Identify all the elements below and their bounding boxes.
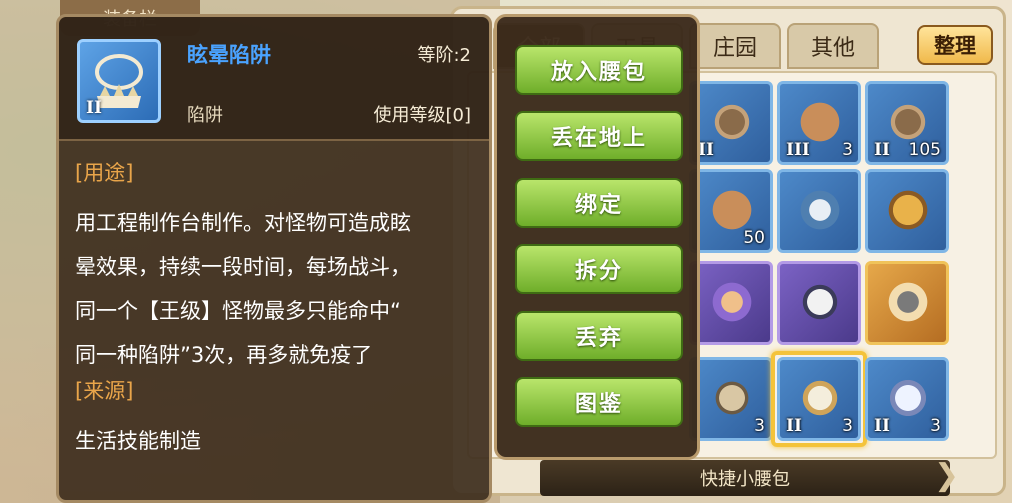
slot-grade: III xyxy=(786,140,810,160)
slot-count: 105 xyxy=(908,140,941,160)
item-tooltip: II 眩晕陷阱 等阶:2 陷阱 使用等级[0] [用途] 用工程制作台制作。对怪… xyxy=(56,14,492,503)
action-menu: 放入腰包 丢在地上 绑定 拆分 丢弃 图鉴 xyxy=(494,14,700,460)
slot-count: 50 xyxy=(743,228,765,248)
slot-count: 3 xyxy=(754,416,765,436)
quick-bag-bar[interactable]: 快捷小腰包 xyxy=(540,460,950,496)
inventory-slot[interactable]: II xyxy=(689,81,773,165)
item-level: 等阶:2 xyxy=(417,45,471,66)
chevron-right-icon[interactable]: ❯ xyxy=(934,458,959,498)
inventory-slot[interactable] xyxy=(865,261,949,345)
slot-grade: II xyxy=(874,416,890,436)
stun-trap-icon: II xyxy=(77,39,161,123)
inventory-slot[interactable] xyxy=(865,169,949,253)
inventory-slot[interactable]: II 3 xyxy=(865,357,949,441)
gear-scroll-icon xyxy=(878,272,938,332)
trap-wheel-icon xyxy=(702,368,762,428)
crystal-ore-icon xyxy=(702,272,762,332)
source-title: [来源] xyxy=(75,379,134,403)
item-grade: II xyxy=(86,98,102,118)
slot-count: 3 xyxy=(842,416,853,436)
inventory-slot[interactable]: III 3 xyxy=(777,81,861,165)
discard-button[interactable]: 丢弃 xyxy=(515,311,683,361)
split-button[interactable]: 拆分 xyxy=(515,244,683,294)
inventory-slot-selected[interactable]: II 3 xyxy=(777,357,861,441)
source-text: 生活技能制造 xyxy=(75,429,201,453)
slot-grade: II xyxy=(786,416,802,436)
item-description: 用工程制作台制作。对怪物可造成眩 晕效果，持续一段时间，每场战斗， 同一个【王级… xyxy=(75,201,479,377)
drop-on-ground-button[interactable]: 丢在地上 xyxy=(515,111,683,161)
slot-count: 3 xyxy=(930,416,941,436)
codex-button[interactable]: 图鉴 xyxy=(515,377,683,427)
inventory-slot[interactable]: II 105 xyxy=(865,81,949,165)
usage-title: [用途] xyxy=(75,161,134,185)
inventory-slot[interactable]: 50 xyxy=(689,169,773,253)
tab-manor[interactable]: 庄园 xyxy=(689,23,781,69)
inventory-slot[interactable] xyxy=(777,261,861,345)
inventory-slot[interactable]: 3 xyxy=(689,357,773,441)
bind-button[interactable]: 绑定 xyxy=(515,178,683,228)
inventory-slot[interactable] xyxy=(777,169,861,253)
book-quill-icon xyxy=(790,272,850,332)
yeti-monster-icon xyxy=(790,180,850,240)
slot-grade: II xyxy=(874,140,890,160)
description-line: 同一个【王级】怪物最多只能命中“ xyxy=(75,299,401,323)
sort-button[interactable]: 整理 xyxy=(917,25,993,65)
horn-creature-icon xyxy=(878,180,938,240)
tab-other[interactable]: 其他 xyxy=(787,23,879,69)
description-line: 晕效果，持续一段时间，每场战斗， xyxy=(75,255,411,279)
slot-count: 3 xyxy=(842,140,853,160)
item-type: 陷阱 xyxy=(187,105,223,126)
item-name: 眩晕陷阱 xyxy=(187,43,271,67)
description-line: 用工程制作台制作。对怪物可造成眩 xyxy=(75,211,411,235)
slot-grade: II xyxy=(698,140,714,160)
put-in-bag-button[interactable]: 放入腰包 xyxy=(515,45,683,95)
item-use-level: 使用等级[0] xyxy=(373,105,472,126)
tooltip-header: II 眩晕陷阱 等阶:2 陷阱 使用等级[0] xyxy=(59,17,489,141)
inventory-slot[interactable] xyxy=(689,261,773,345)
description-line: 同一种陷阱”3次，再多就免疫了 xyxy=(75,343,373,367)
